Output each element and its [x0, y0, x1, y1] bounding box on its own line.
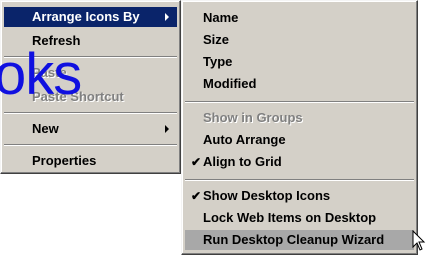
menu-item-refresh[interactable]: Refresh — [4, 31, 177, 51]
menu-item-label: Align to Grid — [203, 154, 282, 169]
submenu-item-auto-arrange[interactable]: Auto Arrange — [185, 130, 414, 150]
submenu-item-align-to-grid[interactable]: ✔ Align to Grid — [185, 152, 414, 172]
menu-separator — [4, 144, 177, 146]
menu-item-arrange-icons-by[interactable]: Arrange Icons By — [4, 7, 177, 27]
menu-item-label: Run Desktop Cleanup Wizard — [203, 232, 385, 247]
checkmark-icon: ✔ — [191, 155, 202, 169]
menu-item-paste[interactable]: Paste — [4, 63, 177, 83]
submenu-item-run-cleanup-wizard[interactable]: Run Desktop Cleanup Wizard — [185, 230, 414, 250]
menu-item-label: Type — [203, 54, 233, 69]
menu-item-label: Show Desktop Icons — [203, 188, 331, 203]
menu-item-label: Auto Arrange — [203, 132, 286, 147]
menu-item-label: Show in Groups — [203, 110, 303, 125]
submenu-item-lock-web-items[interactable]: Lock Web Items on Desktop — [185, 208, 414, 228]
submenu-item-name[interactable]: Name — [185, 8, 414, 28]
menu-item-label: Modified — [203, 76, 257, 91]
menu-item-label: Name — [203, 10, 239, 25]
submenu-arrow-icon — [165, 125, 169, 133]
menu-item-label: Size — [203, 32, 230, 47]
arrange-icons-submenu: Name Size Type Modified Show in Groups A… — [181, 0, 418, 255]
menu-separator — [4, 56, 177, 58]
menu-item-label: Refresh — [32, 33, 81, 48]
checkmark-icon: ✔ — [191, 189, 202, 203]
submenu-item-show-desktop-icons[interactable]: ✔ Show Desktop Icons — [185, 186, 414, 206]
menu-item-label: New — [32, 121, 59, 136]
submenu-item-modified[interactable]: Modified — [185, 74, 414, 94]
menu-item-label: Arrange Icons By — [32, 9, 140, 24]
menu-item-properties[interactable]: Properties — [4, 151, 177, 171]
submenu-item-show-in-groups[interactable]: Show in Groups — [185, 108, 414, 128]
menu-separator — [185, 179, 414, 181]
submenu-item-size[interactable]: Size — [185, 30, 414, 50]
submenu-item-type[interactable]: Type — [185, 52, 414, 72]
mouse-pointer-icon — [412, 230, 426, 251]
menu-item-paste-shortcut[interactable]: Paste Shortcut — [4, 87, 177, 107]
submenu-arrow-icon — [165, 13, 169, 21]
menu-item-label: Paste — [32, 65, 67, 80]
menu-item-label: Paste Shortcut — [32, 89, 124, 104]
desktop-context-menu: Arrange Icons By Refresh Paste Paste Sho… — [0, 0, 181, 174]
menu-item-label: Lock Web Items on Desktop — [203, 210, 377, 225]
menu-separator — [185, 101, 414, 103]
menu-separator — [4, 112, 177, 114]
menu-item-label: Properties — [32, 153, 97, 168]
menu-item-new[interactable]: New — [4, 119, 177, 139]
